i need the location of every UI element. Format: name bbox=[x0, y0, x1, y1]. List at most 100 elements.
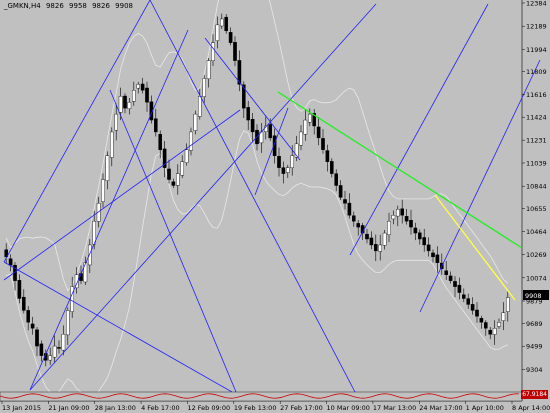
candle-bull bbox=[175, 173, 180, 186]
price-tick-label: 12384 bbox=[526, 0, 547, 8]
candle-bear bbox=[325, 150, 330, 162]
candle-bull bbox=[211, 42, 215, 62]
time-tick-label: 27 Feb 17:00 bbox=[280, 404, 323, 412]
price-tick-label: 11424 bbox=[526, 114, 547, 122]
indicator-subwindow bbox=[0, 391, 523, 402]
candle-bull bbox=[387, 220, 391, 236]
candle-bear bbox=[479, 318, 484, 323]
candle-bear bbox=[365, 233, 369, 240]
price-tick-label: 11616 bbox=[526, 91, 547, 99]
candle-bull bbox=[114, 113, 118, 131]
candle-bear bbox=[466, 298, 471, 305]
candle-bull bbox=[497, 322, 501, 327]
price-chart-canvas[interactable]: 12384 12189 11994 11809 11616 11424 11231 11039… bbox=[0, 0, 550, 413]
candle-bear bbox=[8, 258, 13, 266]
candle-bull bbox=[180, 161, 185, 176]
candle-bear bbox=[281, 167, 286, 174]
candle-bear bbox=[418, 232, 422, 240]
time-tick-label: 4 Feb 17:00 bbox=[141, 404, 180, 412]
candle-bull bbox=[197, 96, 202, 117]
ohlc-high: 9958 bbox=[69, 2, 87, 10]
candle-bull bbox=[391, 215, 396, 220]
candle-bull bbox=[378, 244, 383, 252]
candle-bull bbox=[193, 113, 198, 131]
candle-bear bbox=[316, 126, 321, 139]
candle-bear bbox=[444, 270, 449, 275]
candle-bull bbox=[61, 333, 66, 351]
candle-bear bbox=[145, 87, 149, 103]
candle-bear bbox=[347, 202, 352, 216]
candle-bull bbox=[396, 209, 400, 217]
price-tick-label: 12189 bbox=[526, 23, 547, 31]
chart-header: _GMKN,H4 9826 9958 9826 9908 bbox=[4, 2, 136, 10]
candle-bull bbox=[506, 297, 510, 312]
time-tick-label: 28 Jan 13:00 bbox=[95, 404, 136, 412]
candle-bull bbox=[65, 310, 70, 336]
current-price-label: 9908 bbox=[525, 292, 542, 300]
candle-bull bbox=[87, 244, 92, 266]
candle-bear bbox=[453, 281, 457, 287]
indicator-panel bbox=[0, 391, 523, 402]
time-tick-label: 12 Feb 09:00 bbox=[187, 404, 230, 412]
candle-bull bbox=[184, 149, 189, 163]
price-tick-label: 10074 bbox=[526, 274, 547, 282]
candle-bear bbox=[158, 134, 163, 150]
price-tick-label: 10464 bbox=[526, 228, 547, 236]
candle-bear bbox=[475, 309, 479, 317]
candle-bear bbox=[343, 199, 347, 204]
candle-bear bbox=[30, 323, 35, 329]
candle-bull bbox=[109, 131, 114, 158]
price-tick-label: 11231 bbox=[526, 137, 547, 145]
candle-bull bbox=[492, 328, 497, 335]
candle-bear bbox=[321, 138, 325, 150]
price-tick-label: 10844 bbox=[526, 183, 547, 191]
candle-bear bbox=[356, 223, 361, 228]
candle-bear bbox=[435, 254, 440, 264]
price-tick-label: 11994 bbox=[526, 46, 547, 54]
candle-bear bbox=[334, 173, 339, 186]
candle-bull bbox=[136, 84, 141, 89]
candle-bear bbox=[488, 329, 493, 335]
candle-bear bbox=[409, 219, 413, 228]
candle-bear bbox=[167, 168, 171, 180]
candle-bear bbox=[338, 185, 343, 198]
candle-bear bbox=[171, 181, 176, 186]
time-tick-label: 13 Jan 2015 bbox=[2, 404, 41, 412]
candle-bull bbox=[189, 131, 193, 151]
price-tick-label: 11809 bbox=[526, 68, 547, 76]
price-scale: 12384 12189 11994 11809 11616 11424 11231 11039… bbox=[522, 0, 547, 397]
candle-bear bbox=[39, 343, 44, 356]
candle-bear bbox=[246, 107, 251, 121]
price-chart[interactable]: 12384 12189 11994 11809 11616 11424 11231 11039… bbox=[0, 0, 550, 413]
candle-bear bbox=[277, 156, 281, 168]
candle-bear bbox=[123, 95, 127, 109]
candle-bear bbox=[400, 208, 405, 216]
candle-bear bbox=[422, 237, 427, 246]
candle-bull bbox=[308, 113, 312, 123]
time-scale: 13 Jan 2015 21 Jan 09:00 28 Jan 13:00 4 Feb… bbox=[1, 401, 550, 412]
candle-bull bbox=[303, 119, 308, 135]
price-tick-label: 10269 bbox=[526, 251, 547, 259]
candle-bear bbox=[352, 215, 356, 222]
plot-area bbox=[0, 0, 522, 401]
candle-bull bbox=[118, 96, 123, 113]
candle-bear bbox=[140, 83, 145, 91]
time-tick-label: 19 Feb 13:00 bbox=[234, 404, 277, 412]
ohlc-close: 9908 bbox=[115, 2, 133, 10]
current-price-tag: 9908 bbox=[523, 290, 549, 300]
price-tick-label: 9689 bbox=[526, 320, 543, 328]
price-tick-label: 10655 bbox=[526, 205, 547, 213]
candle-bear bbox=[17, 280, 22, 299]
time-tick-label: 24 Mar 17:00 bbox=[419, 404, 462, 412]
candle-bull bbox=[52, 345, 57, 358]
candle-bear bbox=[426, 244, 431, 252]
candle-bull bbox=[501, 312, 506, 321]
candle-bull bbox=[290, 155, 295, 168]
ohlc-low: 9826 bbox=[92, 2, 110, 10]
time-tick-label: 21 Jan 09:00 bbox=[48, 404, 89, 412]
candle-bull bbox=[286, 167, 290, 173]
candle-bull bbox=[131, 90, 136, 102]
candle-bear bbox=[374, 244, 378, 252]
candle-bear bbox=[369, 237, 374, 246]
candle-bear bbox=[330, 161, 334, 174]
